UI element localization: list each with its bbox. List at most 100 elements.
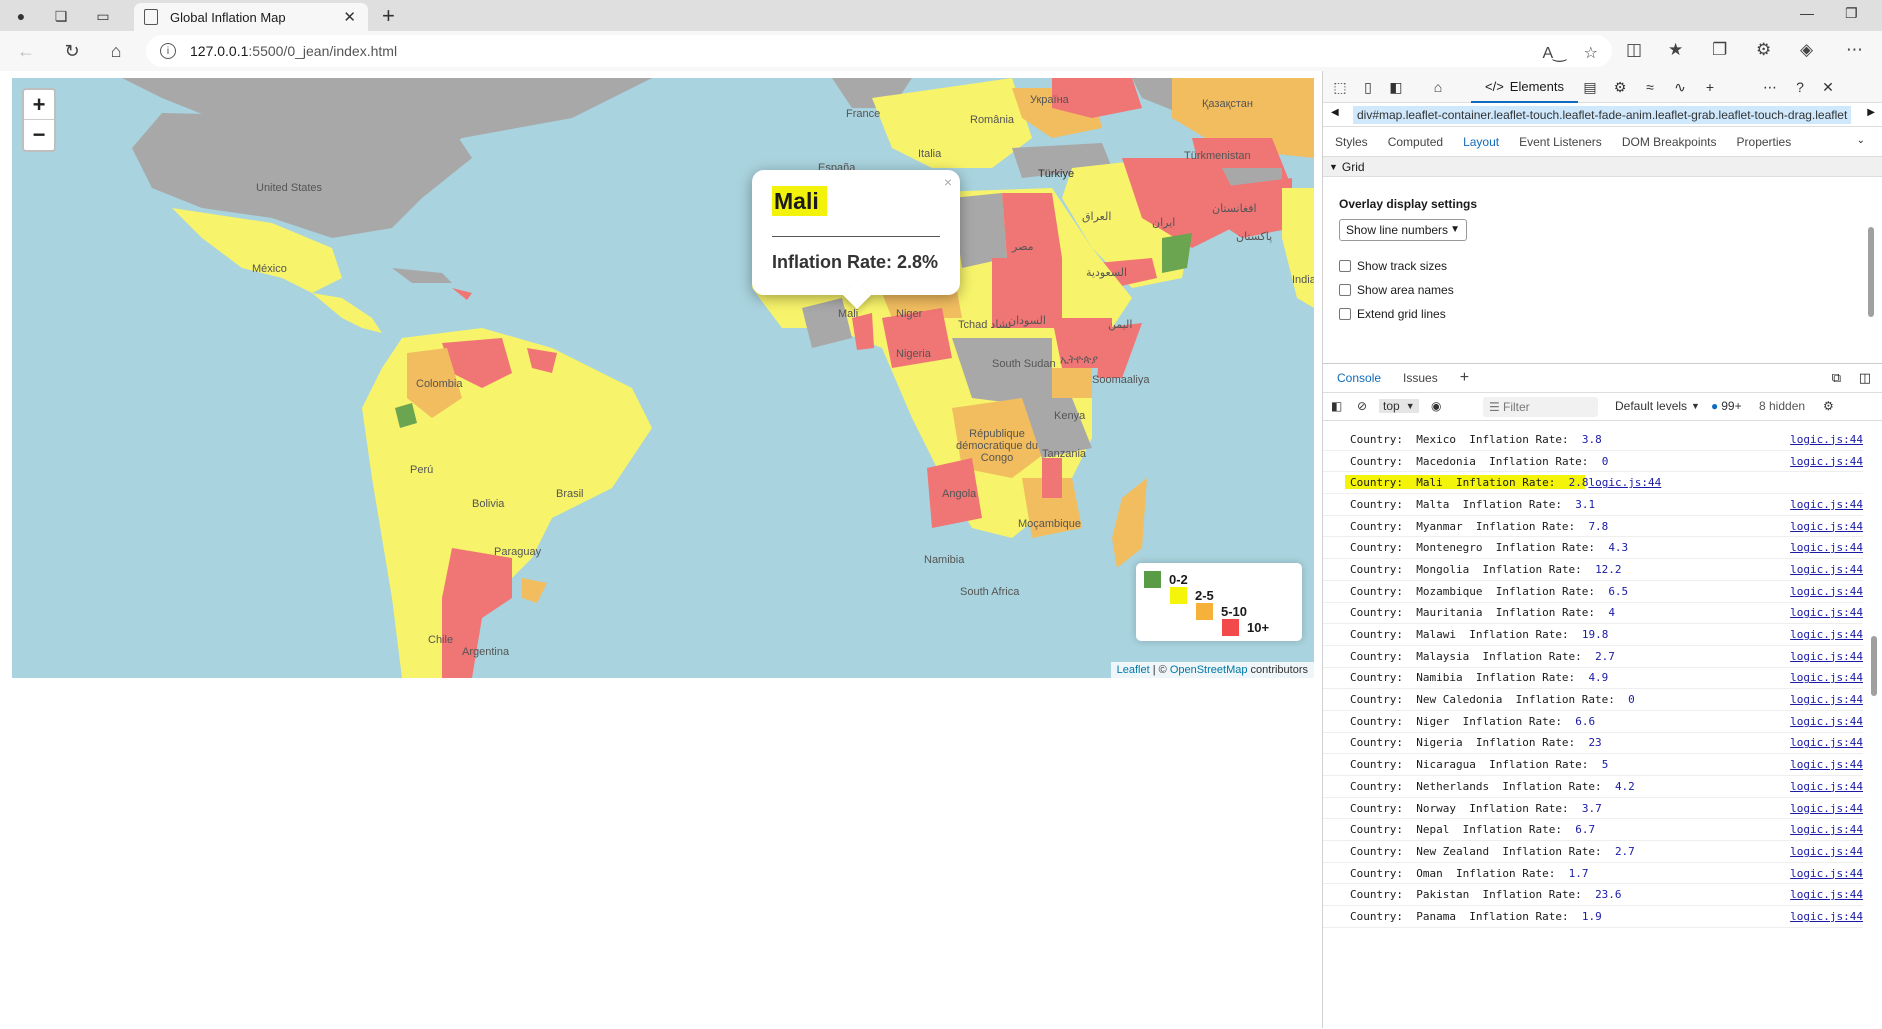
legend-label: 5-10 (1221, 604, 1248, 619)
address-bar[interactable]: i 127.0.0.1:5500/0_jean/index.html A‿ ☆ (146, 35, 1612, 67)
log-source-link[interactable]: logic.js:44 (1790, 823, 1863, 836)
context-select[interactable]: top ▼ (1379, 399, 1419, 413)
log-source-link[interactable]: logic.js:44 (1790, 693, 1863, 706)
more-tools-plus-icon[interactable]: + (1699, 77, 1721, 97)
subtab-styles[interactable]: Styles (1335, 135, 1368, 149)
popup-close-button[interactable]: × (944, 174, 952, 190)
subtab-event-listeners[interactable]: Event Listeners (1519, 135, 1602, 149)
breadcrumb-left-arrow-icon[interactable]: ◀ (1331, 107, 1339, 118)
new-tab-button[interactable]: + (382, 3, 395, 29)
copilot-icon[interactable]: ◈ (1800, 40, 1813, 60)
log-source-link[interactable]: logic.js:44 (1790, 520, 1863, 533)
extend-grid-lines-checkbox[interactable]: Extend grid lines (1339, 307, 1446, 321)
log-source-link[interactable]: logic.js:44 (1790, 628, 1863, 641)
console-message: Country: Myanmar Inflation Rate: 7.8 logi… (1323, 516, 1863, 538)
console-filter-input[interactable]: ☰ Filter (1483, 397, 1598, 417)
log-source-link[interactable]: logic.js:44 (1790, 867, 1863, 880)
chevron-down-icon[interactable]: ⌄ (1857, 135, 1865, 146)
checkbox-box[interactable] (1339, 308, 1351, 320)
subtab-properties[interactable]: Properties (1737, 135, 1792, 149)
device-emulation-icon[interactable]: ▯ (1357, 77, 1379, 97)
log-source-link[interactable]: logic.js:44 (1790, 736, 1863, 749)
log-source-link[interactable]: logic.js:44 (1790, 910, 1863, 923)
osm-link[interactable]: OpenStreetMap (1170, 664, 1248, 676)
subtab-layout[interactable]: Layout (1463, 135, 1499, 149)
zoom-in-button[interactable]: + (24, 90, 54, 120)
console-scrollbar[interactable] (1871, 636, 1877, 696)
log-country: Myanmar (1416, 519, 1463, 533)
issues-counter[interactable]: ● 99+ (1711, 399, 1742, 413)
tab-issues[interactable]: Issues (1403, 371, 1438, 385)
log-source-link[interactable]: logic.js:44 (1790, 498, 1863, 511)
restore-icon[interactable]: ❐ (1845, 5, 1858, 22)
dock-icon[interactable]: ◧ (1385, 77, 1407, 97)
line-numbers-select[interactable]: Show line numbers ▼ (1339, 219, 1467, 241)
breadcrumb-item[interactable]: div#map.leaflet-container.leaflet-touch.… (1353, 105, 1852, 124)
console-settings-gear-icon[interactable]: ⚙ (1823, 399, 1834, 413)
checkbox-box[interactable] (1339, 284, 1351, 296)
layout-scrollbar[interactable] (1868, 227, 1874, 317)
close-tab-icon[interactable]: ✕ (343, 8, 356, 26)
log-source-link[interactable]: logic.js:44 (1790, 845, 1863, 858)
breadcrumb-right-arrow-icon[interactable]: ▶ (1867, 107, 1875, 118)
sidebar-toggle-icon[interactable]: ◧ (1331, 399, 1342, 413)
close-devtools-icon[interactable]: ✕ (1817, 77, 1839, 97)
favorite-star-icon[interactable]: ☆ (1584, 43, 1598, 63)
leaflet-link[interactable]: Leaflet (1117, 664, 1150, 676)
minimize-icon[interactable]: — (1800, 5, 1814, 21)
undock-drawer-icon[interactable]: ⧉ (1832, 370, 1841, 386)
leaflet-map[interactable]: + − United States México Colombia Perú B… (12, 78, 1314, 678)
sources-bug-icon[interactable]: ⚙ (1609, 77, 1631, 97)
log-source-link[interactable]: logic.js:44 (1790, 606, 1863, 619)
console-tab-icon[interactable]: ▤ (1579, 77, 1601, 97)
close-drawer-icon[interactable]: ◫ (1859, 370, 1871, 386)
subtab-computed[interactable]: Computed (1388, 135, 1443, 149)
network-wifi-icon[interactable]: ≈ (1639, 77, 1661, 97)
log-source-link[interactable]: logic.js:44 (1790, 758, 1863, 771)
browser-tab[interactable]: Global Inflation Map ✕ (134, 3, 368, 31)
live-expression-eye-icon[interactable]: ◉ (1431, 399, 1441, 413)
site-info-icon[interactable]: i (160, 43, 176, 59)
profile-icon[interactable]: ● (10, 5, 32, 27)
clear-console-icon[interactable]: ⊘ (1357, 399, 1367, 413)
checkbox-box[interactable] (1339, 260, 1351, 272)
log-source-link[interactable]: logic.js:44 (1588, 476, 1661, 489)
tab-elements[interactable]: </> Elements (1471, 71, 1578, 103)
log-source-link[interactable]: logic.js:44 (1790, 455, 1863, 468)
show-area-names-checkbox[interactable]: Show area names (1339, 283, 1454, 297)
devtools-more-icon[interactable]: ⋯ (1759, 77, 1781, 97)
grid-section-header[interactable]: ▼ Grid (1323, 157, 1882, 177)
log-source-link[interactable]: logic.js:44 (1790, 585, 1863, 598)
read-aloud-icon[interactable]: A‿ (1542, 43, 1566, 63)
log-source-link[interactable]: logic.js:44 (1790, 671, 1863, 684)
performance-icon[interactable]: ∿ (1669, 77, 1691, 97)
collections-icon[interactable]: ❐ (1712, 40, 1727, 60)
log-source-link[interactable]: logic.js:44 (1790, 780, 1863, 793)
inspect-icon[interactable]: ⬚ (1329, 77, 1351, 97)
back-button[interactable]: ← (14, 39, 38, 63)
log-source-link[interactable]: logic.js:44 (1790, 541, 1863, 554)
split-screen-icon[interactable]: ◫ (1626, 40, 1642, 60)
log-source-link[interactable]: logic.js:44 (1790, 715, 1863, 728)
log-levels-select[interactable]: Default levels ▼ (1615, 399, 1700, 413)
console-message: Country: Mexico Inflation Rate: 3.8 logic… (1323, 429, 1863, 451)
log-source-link[interactable]: logic.js:44 (1790, 563, 1863, 576)
log-source-link[interactable]: logic.js:44 (1790, 802, 1863, 815)
help-icon[interactable]: ? (1789, 77, 1811, 97)
log-source-link[interactable]: logic.js:44 (1790, 888, 1863, 901)
welcome-home-icon[interactable]: ⌂ (1427, 77, 1449, 97)
tab-actions-icon[interactable]: ▭ (92, 5, 114, 27)
zoom-out-button[interactable]: − (24, 120, 54, 150)
refresh-button[interactable]: ↻ (60, 39, 84, 63)
subtab-dom-breakpoints[interactable]: DOM Breakpoints (1622, 135, 1717, 149)
show-track-sizes-checkbox[interactable]: Show track sizes (1339, 259, 1447, 273)
tab-console[interactable]: Console (1337, 371, 1381, 385)
log-source-link[interactable]: logic.js:44 (1790, 650, 1863, 663)
favorites-icon[interactable]: ★ (1668, 40, 1683, 60)
add-drawer-tab-icon[interactable]: + (1460, 369, 1469, 387)
extensions-icon[interactable]: ⚙ (1756, 40, 1771, 60)
log-source-link[interactable]: logic.js:44 (1790, 433, 1863, 446)
home-button[interactable]: ⌂ (104, 39, 128, 63)
more-menu-icon[interactable]: ⋯ (1846, 40, 1863, 60)
workspaces-icon[interactable]: ❏ (50, 5, 72, 27)
